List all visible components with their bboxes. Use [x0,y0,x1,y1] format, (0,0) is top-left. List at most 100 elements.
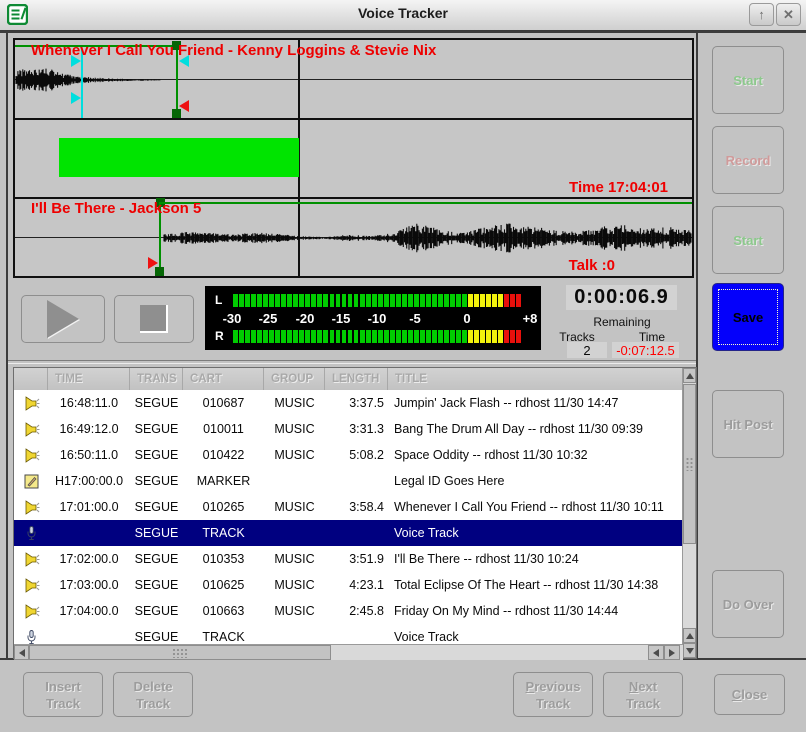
cell-group: MUSIC [264,546,325,572]
do-over-button[interactable]: Do Over [712,570,784,638]
mic-icon [14,520,48,546]
cell-group: MUSIC [264,442,325,468]
scroll-left-button[interactable] [14,645,29,660]
maximize-button[interactable]: ↑ [749,3,774,26]
cell-length: 2:45.8 [325,598,384,624]
log-row[interactable]: 17:04:00.0SEGUE010663MUSIC2:45.8Friday O… [14,598,683,624]
cell-group: MUSIC [264,572,325,598]
close-button[interactable]: Close [714,674,785,715]
log-row[interactable]: 17:02:00.0SEGUE010353MUSIC3:51.9I'll Be … [14,546,683,572]
save-button[interactable]: Save [712,283,784,351]
cell-cart: MARKER [183,468,264,494]
log-row[interactable]: SEGUETRACKVoice Track [14,520,683,546]
cell-time: 16:50:11.0 [48,442,130,468]
remaining-time-value: -0:07:12.5 [612,342,679,358]
header-length[interactable]: LENGTH [325,368,388,390]
cell-trans: SEGUE [130,442,183,468]
lane-divider-1 [15,118,692,120]
cell-cart: 010663 [183,598,264,624]
meter-scale-tick: -25 [259,311,278,326]
meter-scale-tick: -5 [409,311,421,326]
cell-time: 17:03:00.0 [48,572,130,598]
vu-meter: L -30-25-20-15-10-50+8 R [205,286,541,350]
start-track1-button[interactable]: Start [712,46,784,114]
hit-post-button[interactable]: Hit Post [712,390,784,458]
header-cart[interactable]: CART [183,368,264,390]
log-row[interactable]: H17:00:00.0SEGUEMARKERLegal ID Goes Here [14,468,683,494]
cell-trans: SEGUE [130,624,183,644]
track2-start-handle-bottom[interactable] [155,267,164,276]
header-time[interactable]: TIME [48,368,130,390]
header-group[interactable]: GROUP [264,368,325,390]
remaining-label: Remaining [570,315,674,329]
cell-trans: SEGUE [130,468,183,494]
vertical-scrollbar[interactable] [682,368,696,658]
cell-trans: SEGUE [130,546,183,572]
header-title[interactable]: TITLE [388,368,683,390]
cell-title: Whenever I Call You Friend -- rdhost 11/… [394,494,683,520]
track1-cue-line [81,50,83,118]
cell-cart: 010422 [183,442,264,468]
header-trans[interactable]: TRANS [130,368,183,390]
delete-track-button[interactable]: DeleteTrack [113,672,193,717]
cell-title: Total Eclipse Of The Heart -- rdhost 11/… [394,572,683,598]
cell-group: MUSIC [264,390,325,416]
cell-title: Bang The Drum All Day -- rdhost 11/30 09… [394,416,683,442]
log-header: TIMETRANSCARTGROUPLENGTHTITLE [14,368,683,391]
meter-scale-tick: -15 [332,311,351,326]
cell-group [264,468,325,494]
voice-track-region[interactable] [59,138,299,177]
record-button[interactable]: Record [712,126,784,194]
voice-tracker-window: Voice Tracker ↑ ✕ [0,0,806,732]
speaker-icon [14,598,48,624]
close-window-button[interactable]: ✕ [776,3,801,26]
scroll-down-button[interactable] [683,643,696,658]
track2-start-line-h [160,202,692,204]
log-row[interactable]: 16:49:12.0SEGUE010011MUSIC3:31.3Bang The… [14,416,683,442]
play-button[interactable] [21,295,105,343]
log-row[interactable]: SEGUETRACKVoice Track [14,624,683,644]
vscroll-thumb[interactable] [683,384,696,544]
insert-track-button[interactable]: InsertTrack [23,672,103,717]
speaker-icon [14,390,48,416]
stop-button[interactable] [114,295,194,343]
cell-trans: SEGUE [130,494,183,520]
next-track-button[interactable]: NextTrack [603,672,683,717]
cell-title: Voice Track [394,520,683,546]
meter-left-label: L [215,293,222,307]
cue-marker-right-bottom-icon[interactable] [71,92,81,104]
cell-group [264,520,325,546]
cell-time: 16:49:12.0 [48,416,130,442]
meter-right-label: R [215,329,224,343]
log-row[interactable]: 17:01:00.0SEGUE010265MUSIC3:58.4Whenever… [14,494,683,520]
cell-cart: TRACK [183,624,264,644]
cell-length [325,624,384,644]
cell-group [264,624,325,644]
scroll-right-button[interactable] [664,645,680,660]
separator [8,360,696,364]
cell-trans: SEGUE [130,390,183,416]
start-track2-button[interactable]: Start [712,206,784,274]
log-row[interactable]: 17:03:00.0SEGUE010625MUSIC4:23.1Total Ec… [14,572,683,598]
scroll-left-button-2[interactable] [648,645,664,660]
meter-left-bar [233,294,521,307]
log-rows: 16:48:11.0SEGUE010687MUSIC3:37.5Jumpin' … [14,390,683,644]
waveform-editor[interactable]: Whenever I Call You Friend - Kenny Loggi… [13,38,694,278]
fade-marker-track1-icon[interactable] [179,100,189,112]
previous-track-button[interactable]: PreviousTrack [513,672,593,717]
scroll-up-button-2[interactable] [683,628,696,643]
cell-length: 3:51.9 [325,546,384,572]
log-row[interactable]: 16:50:11.0SEGUE010422MUSIC5:08.2Space Od… [14,442,683,468]
talk-readout: Talk :0 [569,257,615,274]
log-row[interactable]: 16:48:11.0SEGUE010687MUSIC3:37.5Jumpin' … [14,390,683,416]
hscroll-thumb[interactable] [29,645,331,660]
cell-cart: 010687 [183,390,264,416]
meter-scale-tick: -30 [223,311,242,326]
cell-title: I'll Be There -- rdhost 11/30 10:24 [394,546,683,572]
header-icon-col[interactable] [14,368,48,390]
lane-divider-2 [15,197,692,199]
cell-title: Friday On My Mind -- rdhost 11/30 14:44 [394,598,683,624]
scroll-up-button[interactable] [683,368,696,383]
horizontal-scrollbar[interactable] [14,644,683,660]
cell-length: 3:31.3 [325,416,384,442]
